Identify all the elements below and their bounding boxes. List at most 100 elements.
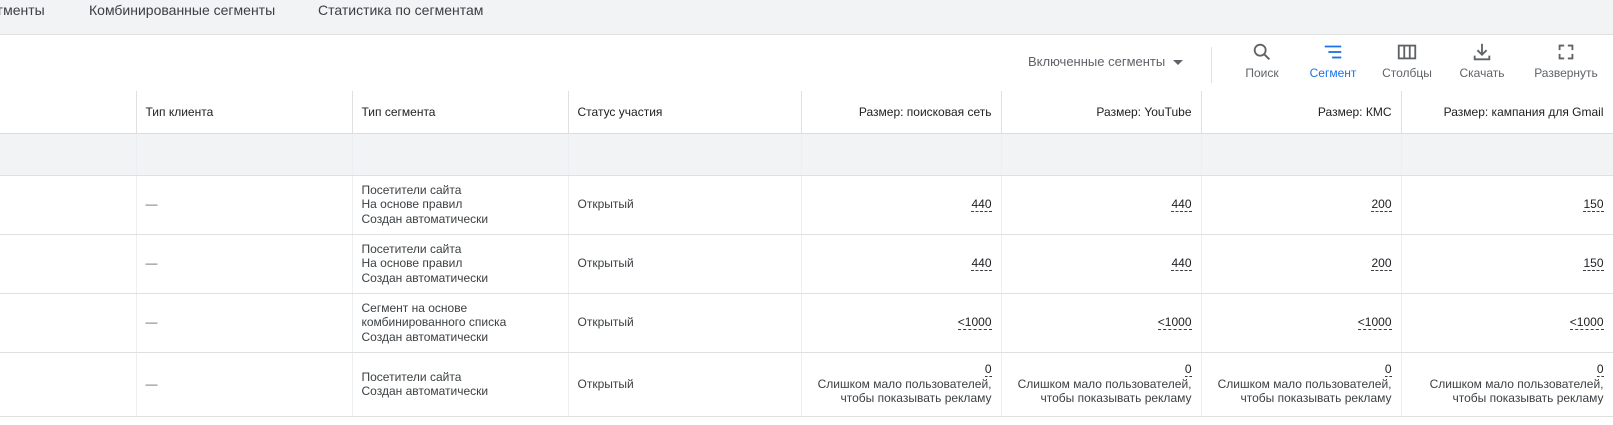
size-gmail-cell: 150 bbox=[1401, 234, 1613, 294]
column-header-size-search[interactable]: Размер: поисковая сеть bbox=[801, 91, 1002, 134]
column-header-size-youtube[interactable]: Размер: YouTube bbox=[1001, 91, 1202, 134]
column-header-membership-status[interactable]: Статус участия bbox=[568, 91, 802, 134]
membership-status-cell: Открытый bbox=[568, 352, 802, 417]
size-youtube-cell: 440 bbox=[1001, 234, 1202, 294]
size-value[interactable]: 440 bbox=[971, 256, 992, 272]
size-note: Слишком мало пользователей, bbox=[817, 376, 992, 391]
table-row[interactable]: — Посетители сайта На основе правил Созд… bbox=[0, 175, 1613, 235]
size-search-cell: 0 Слишком мало пользователей, чтобы пока… bbox=[801, 352, 1002, 417]
column-header-size-display[interactable]: Размер: КМС bbox=[1201, 91, 1402, 134]
size-value[interactable]: 200 bbox=[1371, 256, 1392, 272]
segment-type-line: На основе правил bbox=[361, 256, 463, 271]
segment-type-line: Создан автоматически bbox=[361, 270, 489, 285]
download-button[interactable]: Скачать bbox=[1445, 41, 1519, 87]
membership-status-cell: Открытый bbox=[568, 234, 802, 294]
segment-type-line: комбинированного списка bbox=[361, 315, 507, 330]
size-display-cell: 0 Слишком мало пользователей, чтобы пока… bbox=[1201, 352, 1402, 417]
search-icon bbox=[1253, 43, 1271, 61]
client-type-cell: — bbox=[136, 175, 353, 235]
segment-tabs-bar: гменты Комбинированные сегменты Статисти… bbox=[0, 0, 1613, 35]
segment-type-line: Создан автоматически bbox=[361, 211, 489, 226]
size-value[interactable]: <1000 bbox=[1569, 315, 1604, 331]
search-button-label: Поиск bbox=[1245, 66, 1279, 80]
size-value[interactable]: <1000 bbox=[1157, 315, 1192, 331]
client-type-cell: — bbox=[136, 293, 353, 353]
columns-button[interactable]: Столбцы bbox=[1370, 41, 1444, 87]
columns-icon bbox=[1397, 44, 1417, 60]
column-header-name[interactable] bbox=[0, 91, 137, 134]
tab-segment-statistics[interactable]: Статистика по сегментам bbox=[318, 2, 483, 18]
segments-table: Тип клиента Тип сегмента Статус участия … bbox=[0, 91, 1613, 417]
segment-filter-label: Включенные сегменты bbox=[1028, 54, 1166, 69]
size-value[interactable]: 0 bbox=[984, 362, 992, 378]
fullscreen-button-label: Развернуть bbox=[1534, 66, 1598, 80]
size-note: Слишком мало пользователей, bbox=[1217, 376, 1392, 391]
table-header-row: Тип клиента Тип сегмента Статус участия … bbox=[0, 91, 1613, 134]
size-youtube-cell: 0 Слишком мало пользователей, чтобы пока… bbox=[1001, 352, 1202, 417]
segment-type-line: Посетители сайта bbox=[361, 369, 462, 384]
download-icon bbox=[1473, 43, 1491, 61]
table-row[interactable]: — Сегмент на основе комбинированного спи… bbox=[0, 293, 1613, 353]
segment-type-line: Создан автоматически bbox=[361, 384, 489, 398]
tab-segments[interactable]: гменты bbox=[0, 2, 45, 18]
segment-button[interactable]: Сегмент bbox=[1296, 41, 1370, 87]
segment-name-cell[interactable] bbox=[0, 293, 137, 353]
tab-combined-segments[interactable]: Комбинированные сегменты bbox=[89, 2, 275, 18]
size-value[interactable]: 150 bbox=[1583, 256, 1604, 272]
size-gmail-cell: 150 bbox=[1401, 175, 1613, 235]
size-search-cell: 440 bbox=[801, 175, 1002, 235]
size-value[interactable]: 440 bbox=[971, 197, 992, 213]
column-header-size-gmail[interactable]: Размер: кампания для Gmail bbox=[1401, 91, 1613, 134]
size-display-cell: 200 bbox=[1201, 175, 1402, 235]
segment-icon bbox=[1324, 45, 1342, 59]
segment-type-cell: Посетители сайта На основе правил Создан… bbox=[352, 234, 569, 294]
size-value[interactable]: <1000 bbox=[1357, 315, 1392, 331]
caret-down-icon bbox=[1173, 60, 1184, 66]
membership-status-cell: Открытый bbox=[568, 175, 802, 235]
size-value[interactable]: 0 bbox=[1596, 362, 1604, 378]
size-note: чтобы показывать рекламу bbox=[840, 391, 992, 406]
table-row[interactable]: — Посетители сайта На основе правил Созд… bbox=[0, 234, 1613, 294]
segment-type-line: Сегмент на основе bbox=[361, 300, 468, 315]
segment-type-line: На основе правил bbox=[361, 197, 463, 212]
size-value[interactable]: <1000 bbox=[957, 315, 992, 331]
size-value[interactable]: 0 bbox=[1384, 362, 1392, 378]
size-display-cell: 200 bbox=[1201, 234, 1402, 294]
membership-status-cell: Открытый bbox=[568, 293, 802, 353]
download-button-label: Скачать bbox=[1459, 66, 1505, 80]
size-gmail-cell: <1000 bbox=[1401, 293, 1613, 353]
segment-type-cell: Сегмент на основе комбинированного списк… bbox=[352, 293, 569, 353]
column-header-segment-type[interactable]: Тип сегмента bbox=[352, 91, 569, 134]
toolbar-divider bbox=[1211, 47, 1212, 83]
size-note: чтобы показывать рекламу bbox=[1040, 391, 1192, 406]
size-search-cell: <1000 bbox=[801, 293, 1002, 353]
search-button[interactable]: Поиск bbox=[1225, 41, 1299, 87]
summary-row bbox=[0, 133, 1613, 176]
segment-type-line: Создан автоматически bbox=[361, 329, 489, 344]
segment-button-label: Сегмент bbox=[1309, 66, 1357, 80]
column-header-client-type[interactable]: Тип клиента bbox=[136, 91, 353, 134]
fullscreen-icon bbox=[1558, 44, 1574, 60]
size-value[interactable]: 150 bbox=[1583, 197, 1604, 213]
fullscreen-button[interactable]: Развернуть bbox=[1529, 41, 1603, 87]
size-value[interactable]: 440 bbox=[1171, 197, 1192, 213]
segment-type-cell: Посетители сайта На основе правил Создан… bbox=[352, 175, 569, 235]
segment-filter-dropdown[interactable]: Включенные сегменты bbox=[1028, 54, 1184, 69]
client-type-cell: — bbox=[136, 352, 353, 417]
size-value[interactable]: 440 bbox=[1171, 256, 1192, 272]
size-note: Слишком мало пользователей, bbox=[1429, 376, 1604, 391]
size-value[interactable]: 200 bbox=[1371, 197, 1392, 213]
size-display-cell: <1000 bbox=[1201, 293, 1402, 353]
segment-name-cell[interactable] bbox=[0, 175, 137, 235]
size-search-cell: 440 bbox=[801, 234, 1002, 294]
size-youtube-cell: <1000 bbox=[1001, 293, 1202, 353]
size-gmail-cell: 0 Слишком мало пользователей, чтобы пока… bbox=[1401, 352, 1613, 417]
segment-type-cell: Посетители сайта Создан автоматически bbox=[352, 352, 569, 417]
segment-type-line: Посетители сайта bbox=[361, 182, 462, 197]
size-note: чтобы показывать рекламу bbox=[1452, 391, 1604, 406]
size-value[interactable]: 0 bbox=[1184, 362, 1192, 378]
table-row[interactable]: — Посетители сайта Создан автоматически … bbox=[0, 352, 1613, 417]
table-toolbar: Включенные сегменты Поиск Сегмент Столбц… bbox=[0, 35, 1613, 91]
segment-name-cell[interactable] bbox=[0, 352, 137, 417]
segment-name-cell[interactable] bbox=[0, 234, 137, 294]
